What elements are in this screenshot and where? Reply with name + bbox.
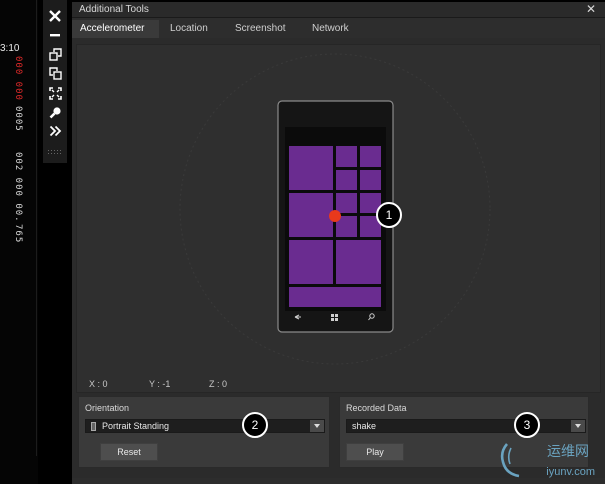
- tile: [289, 193, 333, 237]
- watermark: 运维网 iyunv.com: [497, 440, 601, 482]
- tab-screenshot[interactable]: Screenshot: [227, 20, 294, 38]
- callout-3: 3: [514, 412, 540, 438]
- emulator-screen-edge: 3:10 000 000 0005 002 000 00. 765: [0, 0, 38, 484]
- tile: [336, 146, 357, 167]
- z-readout: Z : 0: [209, 379, 228, 389]
- tab-bar: Accelerometer Location Screenshot Networ…: [72, 20, 605, 38]
- x-readout: X : 0: [89, 379, 108, 389]
- tab-location[interactable]: Location: [162, 20, 216, 38]
- recorded-data-value: shake: [352, 421, 377, 431]
- phone-portrait-icon: [91, 422, 96, 431]
- emulator-toolbar: [43, 0, 67, 163]
- toolbar-grip[interactable]: [48, 150, 61, 156]
- play-button[interactable]: Play: [346, 443, 404, 461]
- rotate-left-icon[interactable]: [46, 45, 64, 63]
- tile: [289, 240, 333, 284]
- emulator-counter: 002 000 00.: [13, 152, 23, 223]
- callout-2: 2: [242, 412, 268, 438]
- additional-tools-icon[interactable]: [46, 122, 64, 140]
- tile: [360, 170, 381, 190]
- emulator-clock: 3:10: [0, 43, 20, 54]
- watermark-text-en: iyunv.com: [546, 466, 595, 478]
- orientation-value: Portrait Standing: [102, 421, 170, 431]
- tile: [336, 193, 357, 213]
- y-readout: Y : -1: [149, 379, 171, 389]
- accelerometer-view: X : 0 Y : -1 Z : 0: [76, 44, 601, 393]
- tile: [360, 146, 381, 167]
- close-window-button[interactable]: ✕: [586, 3, 596, 15]
- tile: [289, 287, 381, 307]
- orientation-select[interactable]: Portrait Standing: [85, 419, 325, 433]
- recorded-data-label: Recorded Data: [346, 403, 407, 413]
- emulator-counter: 0005: [13, 106, 23, 132]
- tab-accelerometer[interactable]: Accelerometer: [72, 20, 159, 38]
- tile: [289, 146, 333, 190]
- chevron-down-icon[interactable]: [310, 420, 324, 432]
- screenshot-root: 3:10 000 000 0005 002 000 00. 765 Additi…: [0, 0, 605, 484]
- close-icon[interactable]: [46, 7, 64, 25]
- zoom-icon[interactable]: [46, 103, 64, 121]
- reset-button[interactable]: Reset: [100, 443, 158, 461]
- orientation-label: Orientation: [85, 403, 130, 413]
- callout-1: 1: [376, 202, 402, 228]
- emulator-counter: 765: [13, 224, 23, 244]
- window-titlebar: Additional Tools ✕: [72, 2, 605, 18]
- accelerometer-canvas: [179, 53, 491, 365]
- tab-network[interactable]: Network: [304, 20, 357, 38]
- watermark-logo-icon: [500, 443, 520, 478]
- rotate-right-icon[interactable]: [46, 64, 64, 82]
- minimize-icon[interactable]: [46, 26, 64, 44]
- orientation-group: Orientation Portrait Standing Reset: [78, 396, 330, 468]
- fit-to-screen-icon[interactable]: [46, 84, 64, 102]
- emulator-border: [36, 0, 37, 456]
- accelerometer-dot: [329, 210, 341, 222]
- window-title: Additional Tools: [79, 4, 149, 15]
- tile: [336, 170, 357, 190]
- emulator-counter: 000 000: [13, 56, 23, 101]
- tile: [336, 240, 381, 284]
- recorded-data-select[interactable]: shake: [346, 419, 586, 433]
- chevron-down-icon[interactable]: [571, 420, 585, 432]
- watermark-text-cn: 运维网: [547, 444, 589, 460]
